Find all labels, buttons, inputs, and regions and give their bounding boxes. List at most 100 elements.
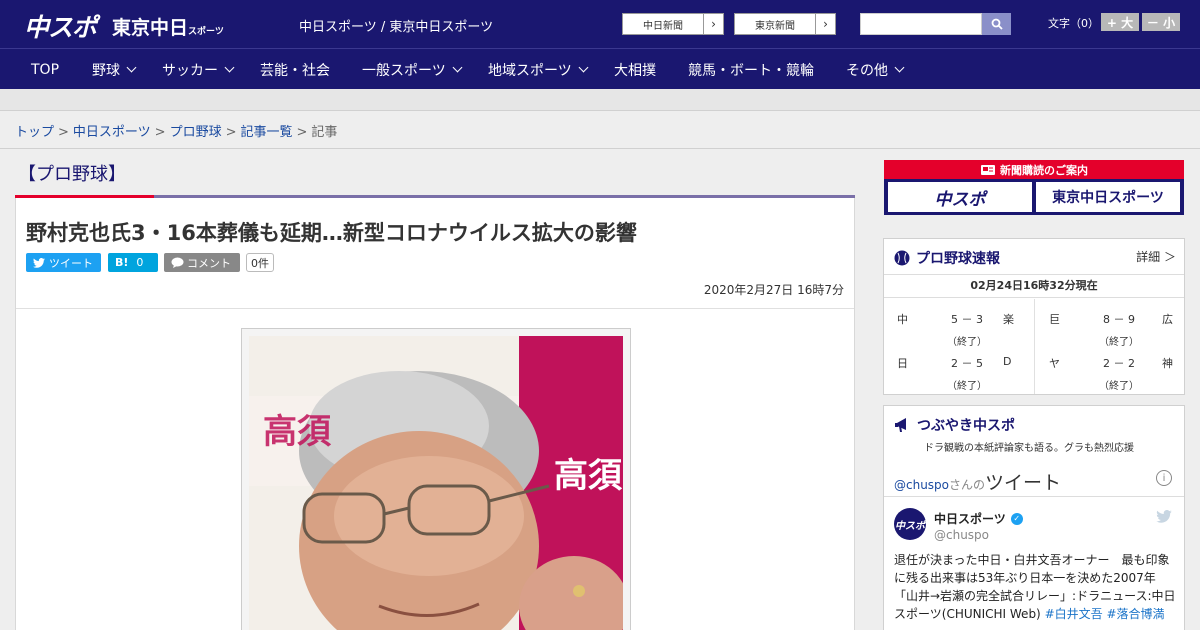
breadcrumb-separator: > <box>225 125 237 140</box>
nav-label: TOP <box>31 61 60 78</box>
link-label: 中日新聞 <box>643 20 683 32</box>
tweets-title-text: つぶやき中スポ <box>917 418 1015 434</box>
nav-label: 一般スポーツ <box>362 62 446 79</box>
score: 5 － 3 <box>951 313 983 326</box>
breadcrumb-top[interactable]: トップ <box>15 125 54 140</box>
baseball-scores-panel: プロ野球速報 詳細 ＞ 02月24日16時32分現在 中 5 － 3 楽 （終了… <box>883 238 1185 395</box>
breadcrumb-divider <box>0 148 1200 149</box>
scores-title: プロ野球速報 <box>894 248 1000 268</box>
megaphone-icon <box>895 418 906 432</box>
away-team: 楽 <box>1003 313 1014 326</box>
nav-item-other[interactable]: その他 <box>846 49 905 90</box>
tweet-button[interactable]: ツイート <box>26 253 101 272</box>
hashtag-link[interactable]: #白井文吾 <box>1045 607 1103 621</box>
link-label: 東京新聞 <box>755 20 795 32</box>
tweets-divider <box>884 496 1184 497</box>
font-size-label: 文字（0） <box>1048 17 1099 30</box>
tweets-subtitle: ドラ観戦の本紙評論家も語る。グラも熱烈応援 <box>924 443 1134 454</box>
nav-label: 競馬・ボート・競輪 <box>688 62 814 79</box>
hatena-icon: B! <box>115 256 129 269</box>
breadcrumb-pro-baseball[interactable]: プロ野球 <box>170 125 222 140</box>
tweet-word: ツイート <box>985 472 1062 494</box>
author-name-text: 中日スポーツ <box>934 512 1006 526</box>
away-team: 神 <box>1162 357 1173 370</box>
chunichi-shimbun-link[interactable]: 中日新聞 › <box>622 13 724 35</box>
nav-item-general-sports[interactable]: 一般スポーツ <box>362 49 463 90</box>
sub-nav-strip <box>0 89 1200 111</box>
logo-sub-small: スポーツ <box>188 27 224 37</box>
promo-title: 新聞購読のご案内 <box>1000 163 1088 177</box>
nav-label: サッカー <box>162 62 218 79</box>
chevron-down-icon <box>126 62 137 73</box>
tokyo-shimbun-link[interactable]: 東京新聞 › <box>734 13 836 35</box>
tweet-author-handle[interactable]: @chuspo <box>934 528 989 542</box>
nav-item-baseball[interactable]: 野球 <box>92 49 137 90</box>
chevron-down-icon <box>452 62 463 73</box>
twitter-bird-icon[interactable] <box>1156 510 1172 523</box>
nav-item-local-sports[interactable]: 地域スポーツ <box>488 49 589 90</box>
nav-item-soccer[interactable]: サッカー <box>162 49 235 90</box>
nav-label: 野球 <box>92 62 120 79</box>
site-name[interactable]: 中日スポーツ / 東京中日スポーツ <box>299 16 493 35</box>
tweets-panel: つぶやき中スポ ドラ観戦の本紙評論家も語る。グラも熱烈応援 @chuspoさんの… <box>883 405 1185 630</box>
subscribe-chuspo-button[interactable]: 中スポ <box>888 182 1032 212</box>
newspaper-icon <box>981 164 995 175</box>
avatar[interactable]: 中スポ <box>894 508 926 540</box>
search-button[interactable] <box>982 13 1011 35</box>
breadcrumb-chunichi-sports[interactable]: 中日スポーツ <box>73 125 151 140</box>
nav-label: 芸能・社会 <box>260 62 330 79</box>
hashtag-link[interactable]: #落合博満 <box>1106 607 1164 621</box>
nav-label: 地域スポーツ <box>488 62 572 79</box>
promo-header: 新聞購読のご案内 <box>884 160 1184 179</box>
score: 2 － 5 <box>951 357 983 370</box>
photo-backdrop-text: 高須 <box>263 412 331 452</box>
chevron-down-icon <box>894 62 905 73</box>
home-team: 日 <box>897 357 908 370</box>
logo-sub-text: 東京中日 <box>112 17 189 39</box>
tweet-text: 退任が決まった中日・白井文吾オーナー 最も印象に残る出来事は53年ぶり日本一を決… <box>894 551 1176 623</box>
search-input[interactable] <box>860 13 982 35</box>
breadcrumb-separator: > <box>154 125 166 140</box>
site-header: 中スポ 東京中日スポーツ 中日スポーツ / 東京中日スポーツ 中日新聞 › 東京… <box>0 0 1200 48</box>
speech-bubble-icon <box>171 257 184 268</box>
scores-divider <box>1034 299 1035 394</box>
main-nav: TOP 野球 サッカー 芸能・社会 一般スポーツ 地域スポーツ 大相撲 競馬・ボ… <box>0 48 1200 89</box>
twitter-handle-link[interactable]: @chuspo <box>894 478 949 492</box>
font-smaller-button[interactable]: － 小 <box>1142 13 1180 31</box>
score: 8 － 9 <box>1103 313 1135 326</box>
article-card: 野村克也氏3・16本葬儀も延期…新型コロナウイルス拡大の影響 ツイート B! 0… <box>15 198 855 630</box>
font-larger-button[interactable]: + 大 <box>1101 13 1139 31</box>
nav-item-entertainment[interactable]: 芸能・社会 <box>260 49 330 90</box>
nav-item-sumo[interactable]: 大相撲 <box>614 49 656 90</box>
game-status: （終了） <box>947 381 987 392</box>
subscribe-tokyo-chunichi-button[interactable]: 東京中日スポーツ <box>1036 182 1180 212</box>
home-team: ヤ <box>1049 357 1060 370</box>
photo-backdrop-text: 高須 <box>554 456 622 496</box>
chevron-down-icon <box>224 62 235 73</box>
chuspo-logo[interactable]: 中スポ <box>24 8 97 44</box>
hatena-bookmark-button[interactable]: B! 0 <box>108 253 158 272</box>
score: 2 － 2 <box>1103 357 1135 370</box>
breadcrumb-separator: > <box>296 125 308 140</box>
tweet-author-name[interactable]: 中日スポーツ ✓ <box>934 510 1023 527</box>
comment-button[interactable]: コメント <box>164 253 240 272</box>
tokyo-chunichi-logo[interactable]: 東京中日スポーツ <box>112 13 224 40</box>
scores-as-of: 02月24日16時32分現在 <box>884 274 1184 298</box>
info-icon[interactable]: i <box>1156 470 1172 486</box>
game-status: （終了） <box>1099 381 1139 392</box>
nav-item-top[interactable]: TOP <box>31 49 59 90</box>
tweets-title: つぶやき中スポ <box>894 415 1015 435</box>
subscription-promo: 新聞購読のご案内 中スポ 東京中日スポーツ <box>884 160 1184 215</box>
breadcrumb-article-list[interactable]: 記事一覧 <box>241 125 293 140</box>
search-icon <box>991 18 1003 30</box>
comment-label: コメント <box>187 256 231 270</box>
category-heading: 【プロ野球】 <box>18 164 126 185</box>
breadcrumb: トップ > 中日スポーツ > プロ野球 > 記事一覧 > 記事 <box>15 121 337 140</box>
san-label: さんの <box>949 478 986 492</box>
nav-item-racing[interactable]: 競馬・ボート・競輪 <box>688 49 814 90</box>
article-photo[interactable]: 高須 高須 <box>241 328 631 630</box>
comment-count: 0件 <box>246 253 274 272</box>
tweets-header: @chuspoさんのツイート <box>894 468 1061 495</box>
scores-detail-link[interactable]: 詳細 ＞ <box>1136 248 1176 265</box>
nav-label: その他 <box>846 62 888 79</box>
